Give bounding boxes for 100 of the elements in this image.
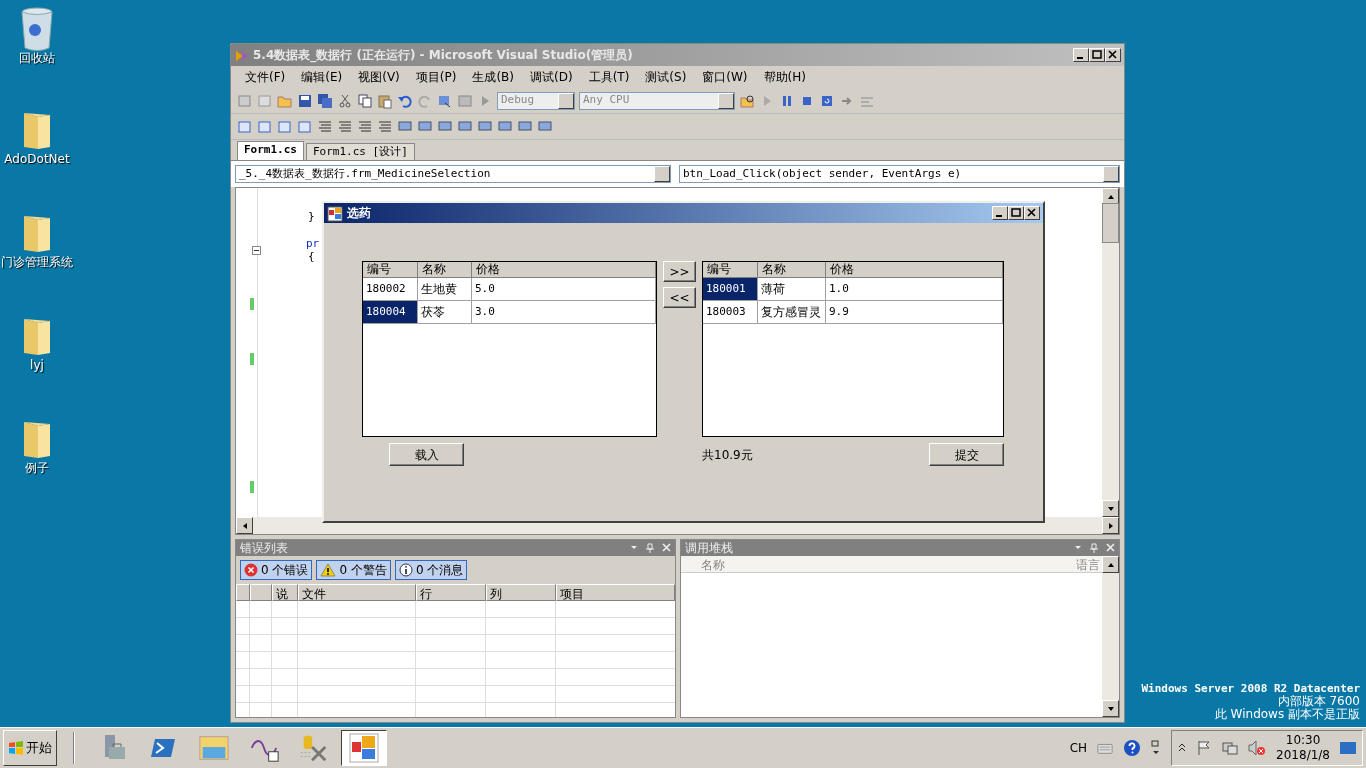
move-right-button[interactable]: >>: [663, 261, 696, 282]
recycle-bin-icon[interactable]: [20, 6, 54, 52]
dropdown-icon[interactable]: [629, 543, 638, 551]
table-cell: 茯苓: [418, 301, 472, 323]
save-icon[interactable]: [297, 92, 313, 109]
dropdown-icon[interactable]: [1074, 543, 1082, 551]
find-in-files-icon[interactable]: [739, 92, 755, 109]
close-button[interactable]: [1024, 206, 1040, 220]
desktop-icon-label[interactable]: AdoDotNet: [4, 153, 70, 166]
start-button[interactable]: 开始: [3, 730, 57, 766]
table-cell[interactable]: 180004: [363, 301, 418, 323]
column-header[interactable]: 项目: [556, 584, 675, 601]
filter-button[interactable]: 0 个消息: [394, 560, 468, 580]
help-icon[interactable]: [1123, 739, 1142, 757]
vertical-scrollbar[interactable]: [1102, 188, 1119, 517]
document-tab[interactable]: Form1.cs [设计]: [306, 143, 415, 160]
close-icon[interactable]: [661, 543, 671, 552]
align-right-icon[interactable]: [337, 118, 353, 135]
form-icon[interactable]: [257, 118, 273, 135]
show-desktop-icon[interactable]: [1340, 741, 1356, 755]
menu-item[interactable]: 帮助(H): [755, 68, 814, 86]
scroll-down-button[interactable]: [1102, 700, 1119, 717]
vertical-scrollbar[interactable]: [1102, 556, 1119, 717]
menu-item[interactable]: 工具(T): [580, 68, 638, 86]
scroll-down-button[interactable]: [1102, 500, 1119, 517]
language-indicator[interactable]: CH: [1069, 739, 1088, 757]
desktop-icon-label[interactable]: lyj: [30, 359, 44, 372]
column-header[interactable]: 编号: [363, 262, 418, 278]
load-button[interactable]: 载入: [389, 443, 464, 466]
data-grid[interactable]: 编号 名称 价格 180002 生地黄 5.0 180004 茯苓 3.0: [362, 261, 657, 437]
save-all-icon[interactable]: [317, 92, 333, 109]
paste-icon[interactable]: [377, 92, 393, 109]
align-left-icon[interactable]: [317, 118, 333, 135]
menu-item[interactable]: 文件(F): [237, 68, 294, 86]
outdent-icon[interactable]: [377, 118, 393, 135]
pin-icon[interactable]: [645, 543, 654, 553]
close-icon[interactable]: [1106, 543, 1115, 552]
menu-item[interactable]: 生成(B): [464, 68, 522, 86]
table-cell: 复方感冒灵: [758, 301, 826, 323]
column-header[interactable]: 行: [416, 584, 486, 601]
desktop-icon-label[interactable]: 回收站: [19, 52, 55, 65]
chevron-up-icon[interactable]: [1178, 743, 1187, 753]
menu-item[interactable]: 项目(P): [407, 68, 465, 86]
system-notice-text: Windows Server 2008 R2 Datacenter: [1141, 682, 1360, 695]
column-header[interactable]: 价格: [826, 262, 1003, 278]
menu-item[interactable]: 窗口(W): [694, 68, 756, 86]
scroll-thumb[interactable]: [1102, 202, 1119, 243]
error-icon: [244, 563, 258, 577]
move-left-button[interactable]: <<: [663, 287, 696, 308]
scroll-right-button[interactable]: [1102, 517, 1119, 534]
desktop-icon-label[interactable]: 门诊管理系统: [1, 256, 73, 269]
class-dropdown[interactable]: _5._4数据表_数据行.frm_MedicineSelection: [235, 165, 671, 183]
submit-button[interactable]: 提交: [929, 443, 1004, 466]
filter-button[interactable]: 0 个警告: [316, 560, 391, 580]
filter-button[interactable]: 0 个错误: [240, 560, 313, 580]
indent-icon[interactable]: [357, 118, 373, 135]
menu-item[interactable]: 视图(V): [350, 68, 408, 86]
pin-icon[interactable]: [1090, 543, 1098, 553]
maximize-button[interactable]: [1089, 48, 1105, 62]
table-cell[interactable]: 180003: [703, 301, 758, 323]
data-grid[interactable]: 编号 名称 价格 180001 薄荷 1.0 180003 复方感冒灵 9.9: [702, 261, 1004, 437]
menu-item[interactable]: 编辑(E): [293, 68, 351, 86]
minimize-button[interactable]: [1073, 48, 1089, 62]
column-header[interactable]: 名称: [758, 262, 826, 278]
column-header[interactable]: [250, 584, 272, 601]
menu-item[interactable]: 测试(S): [637, 68, 695, 86]
taskbar-button[interactable]: [341, 730, 387, 766]
desktop-icon-label[interactable]: 例子: [25, 462, 49, 475]
document-tab[interactable]: Form1.cs: [237, 141, 304, 160]
close-button[interactable]: [1105, 48, 1121, 62]
column-header[interactable]: 列: [486, 584, 556, 601]
network-icon[interactable]: [1222, 740, 1239, 756]
cut-icon[interactable]: [337, 92, 353, 109]
menu-item[interactable]: 调试(D): [522, 68, 581, 86]
column-header[interactable]: 说: [272, 584, 298, 601]
column-header[interactable]: 编号: [703, 262, 758, 278]
font-icon[interactable]: [297, 118, 313, 135]
volume-muted-icon[interactable]: [1248, 740, 1267, 756]
column-header[interactable]: 价格: [472, 262, 656, 278]
column-header[interactable]: 文件: [298, 584, 416, 601]
scroll-up-button[interactable]: [1102, 556, 1119, 573]
table-cell[interactable]: 180001: [703, 278, 758, 300]
collapse-icon[interactable]: [252, 246, 261, 255]
warning-icon: [320, 563, 337, 577]
scroll-left-button[interactable]: [236, 517, 253, 534]
restore-icon[interactable]: [1151, 739, 1162, 757]
triangle-down-icon: [1106, 704, 1115, 713]
clock-time[interactable]: 10:30: [1276, 733, 1330, 748]
table-cell[interactable]: 180002: [363, 278, 418, 300]
clock-date[interactable]: 2018/1/8: [1276, 748, 1330, 763]
column-header[interactable]: 名称: [418, 262, 472, 278]
table-cell: 1.0: [826, 278, 1003, 300]
minimize-button[interactable]: [992, 206, 1008, 220]
window-title: 5.4数据表_数据行 (正在运行) - Microsoft Visual Studio(管理员): [253, 47, 634, 64]
pointer-icon[interactable]: [277, 118, 293, 135]
form-icon[interactable]: [237, 118, 253, 135]
copy-icon[interactable]: [357, 92, 373, 109]
maximize-button[interactable]: [1008, 206, 1024, 220]
column-header[interactable]: [236, 584, 250, 601]
member-dropdown[interactable]: btn_Load_Click(object sender, EventArgs e): [679, 165, 1120, 183]
